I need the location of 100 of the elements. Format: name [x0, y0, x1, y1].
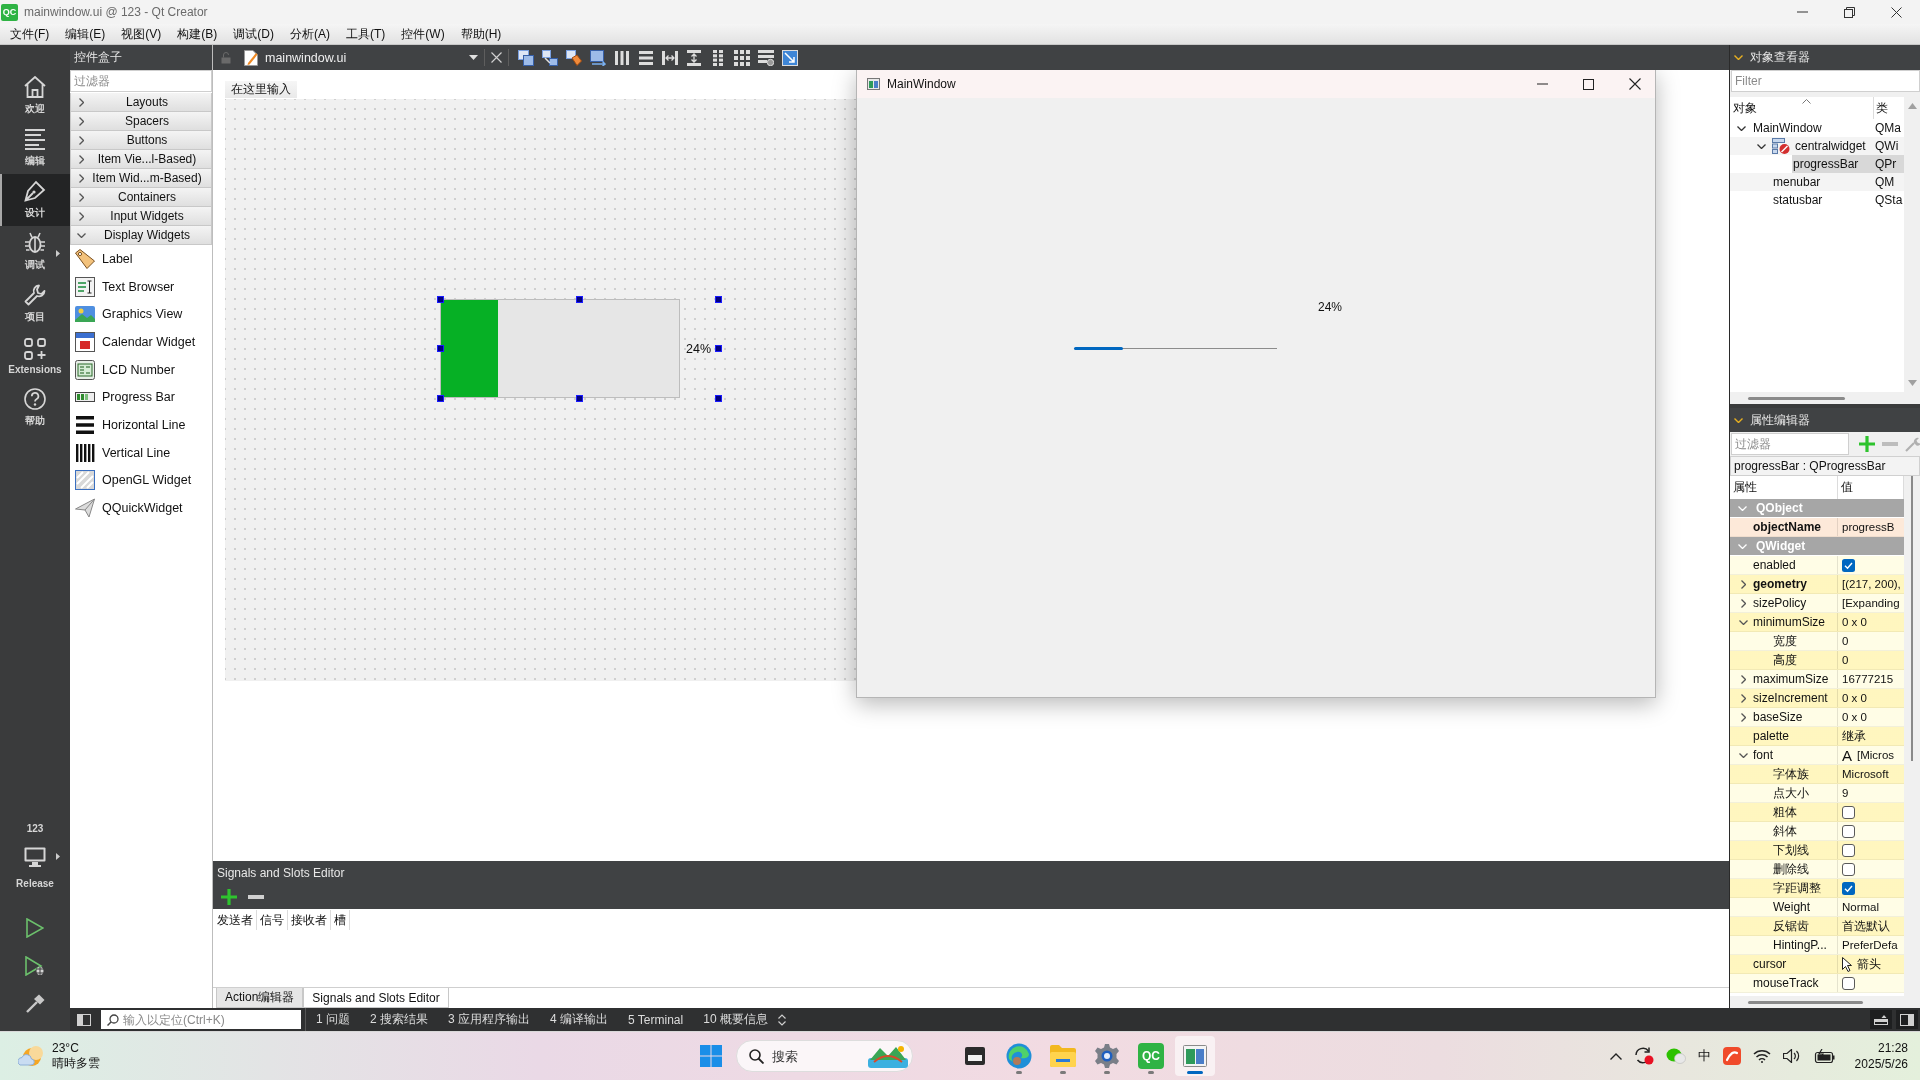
sidebar-toggle-icon[interactable] [77, 1013, 91, 1026]
maximize-icon[interactable] [1583, 78, 1594, 90]
output-pane-button[interactable]: 2 搜索结果 [360, 1008, 439, 1031]
property-row[interactable]: mouseTrack [1730, 974, 1904, 993]
widget-item[interactable]: Label [70, 245, 212, 273]
close-icon[interactable] [1629, 78, 1641, 90]
column-header[interactable]: 类 [1874, 97, 1888, 119]
mode-button[interactable]: 帮助 [0, 382, 70, 434]
property-row[interactable]: Weight Normal [1730, 898, 1904, 917]
menu-placeholder[interactable]: 在这里输入 [225, 81, 297, 98]
category-header[interactable]: Item Wid...m-Based) [70, 169, 212, 188]
tree-item[interactable]: MainWindow [1752, 119, 1874, 137]
output-toggle-icon[interactable] [1874, 1014, 1888, 1025]
mode-button[interactable]: 设计 [0, 174, 70, 226]
checkbox[interactable] [1842, 843, 1855, 857]
property-row[interactable]: enabled [1730, 556, 1904, 575]
adjust-size-icon[interactable] [782, 49, 798, 66]
menu-item[interactable]: 帮助(H) [452, 24, 510, 44]
menu-item[interactable]: 工具(T) [338, 24, 394, 44]
chevron-right-icon[interactable] [78, 173, 84, 183]
connected-windows-icon[interactable] [542, 49, 558, 66]
chevron-up-icon[interactable] [1609, 1052, 1622, 1060]
plus-icon[interactable] [221, 889, 237, 905]
panel-tab[interactable]: Action编辑器 [216, 988, 304, 1008]
file-selector[interactable]: mainwindow.ui [244, 45, 478, 70]
chevron-right-icon[interactable] [1740, 598, 1746, 608]
tree-item[interactable]: progressBar [1792, 155, 1874, 173]
checkbox[interactable] [1842, 862, 1855, 876]
tray-app-icon[interactable] [1722, 1047, 1741, 1065]
selection-handle-icon[interactable] [714, 295, 722, 303]
scrollbar[interactable] [1748, 1000, 1863, 1004]
rows-icon[interactable] [638, 49, 654, 66]
grid-icon[interactable] [734, 49, 750, 66]
property-row[interactable]: 下划线 [1730, 841, 1904, 860]
widget-item[interactable]: Horizontal Line [70, 411, 212, 439]
chevron-down-icon[interactable] [1734, 417, 1743, 423]
chevron-right-icon[interactable] [78, 192, 84, 202]
clock-date[interactable]: 2025/5/26 [1854, 1056, 1908, 1072]
two-column-grid-icon[interactable] [710, 49, 726, 66]
property-row[interactable]: cursor 箭头 [1730, 955, 1904, 974]
chevron-right-icon[interactable] [1740, 693, 1746, 703]
chevron-down-icon[interactable] [1738, 619, 1748, 625]
property-row[interactable]: sizeIncrement 0 x 0 [1730, 689, 1904, 708]
right-sidebar-toggle-icon[interactable] [1900, 1013, 1914, 1026]
menu-item[interactable]: 编辑(E) [57, 24, 114, 44]
property-row[interactable]: geometry [(217, 200), [1730, 575, 1904, 594]
tree-item[interactable]: centralwidget [1794, 137, 1874, 155]
property-row[interactable]: 删除线 [1730, 860, 1904, 879]
chevron-right-icon[interactable] [78, 211, 84, 221]
widget-item[interactable]: LCD Number [70, 355, 212, 384]
checkbox[interactable] [1842, 824, 1855, 838]
selection-handle-icon[interactable] [436, 295, 444, 303]
chevron-right-icon[interactable] [1740, 712, 1746, 722]
property-row[interactable]: 字体族 Microsoft [1730, 765, 1904, 784]
columns-icon[interactable] [614, 49, 630, 66]
property-row[interactable]: 反锯齿 首选默认 [1730, 917, 1904, 936]
overlapping-windows-icon[interactable] [518, 49, 534, 66]
input-method-indicator[interactable]: 中 [1697, 1047, 1711, 1065]
chevron-down-icon[interactable] [1734, 55, 1743, 60]
chevron-down-icon[interactable] [1738, 752, 1748, 758]
property-row[interactable]: baseSize 0 x 0 [1730, 708, 1904, 727]
property-row[interactable]: objectName progressB [1730, 518, 1904, 537]
output-pane-button[interactable]: 1 问题 [306, 1008, 360, 1031]
menu-item[interactable]: 文件(F) [2, 24, 58, 44]
category-header[interactable]: Buttons [70, 131, 212, 150]
wifi-icon[interactable] [1752, 1049, 1771, 1063]
panel-tab[interactable]: Signals and Slots Editor [303, 988, 449, 1008]
window-tag-icon[interactable] [566, 49, 582, 66]
scrollbar[interactable] [1748, 396, 1845, 400]
up-down-arrows-icon[interactable] [777, 1013, 786, 1026]
mode-button[interactable]: 欢迎 [0, 70, 70, 122]
mode-button[interactable]: 项目 [0, 278, 70, 330]
property-row[interactable]: minimumSize 0 x 0 [1730, 613, 1904, 632]
output-pane-button[interactable]: 5 Terminal [618, 1008, 694, 1031]
chevron-down-icon[interactable] [1736, 125, 1746, 131]
widget-item[interactable]: OpenGL Widget [70, 466, 212, 495]
widget-item[interactable]: Vertical Line [70, 438, 212, 467]
property-row[interactable]: 粗体 [1730, 803, 1904, 822]
property-row[interactable]: font A [Micros [1730, 746, 1904, 765]
property-row[interactable]: 宽度 0 [1730, 632, 1904, 651]
property-row[interactable]: 斜体 [1730, 822, 1904, 841]
filter-field[interactable]: 过滤器 [70, 70, 212, 92]
checkbox[interactable] [1842, 558, 1855, 572]
checkbox[interactable] [1842, 881, 1855, 895]
category-header[interactable]: Item Vie...l-Based) [70, 150, 212, 169]
chevron-right-icon[interactable] [78, 97, 84, 107]
clock-time[interactable]: 21:28 [1877, 1040, 1908, 1056]
checkbox[interactable] [1842, 805, 1855, 819]
widget-item[interactable]: Graphics View [70, 300, 212, 329]
grid-broken-icon[interactable] [758, 49, 774, 66]
menu-item[interactable]: 控件(W) [393, 24, 453, 44]
run-icon[interactable] [26, 918, 44, 938]
filter-field[interactable]: 过滤器 [1731, 433, 1849, 455]
window-arrow-icon[interactable] [590, 49, 606, 66]
category-header[interactable]: Display Widgets [70, 226, 212, 245]
monitor-icon[interactable] [24, 847, 46, 867]
mode-button[interactable]: Extensions [0, 330, 70, 382]
property-row[interactable]: HintingP... PreferDefa [1730, 936, 1904, 955]
menu-item[interactable]: 分析(A) [282, 24, 338, 44]
hammer-icon[interactable] [25, 994, 45, 1014]
